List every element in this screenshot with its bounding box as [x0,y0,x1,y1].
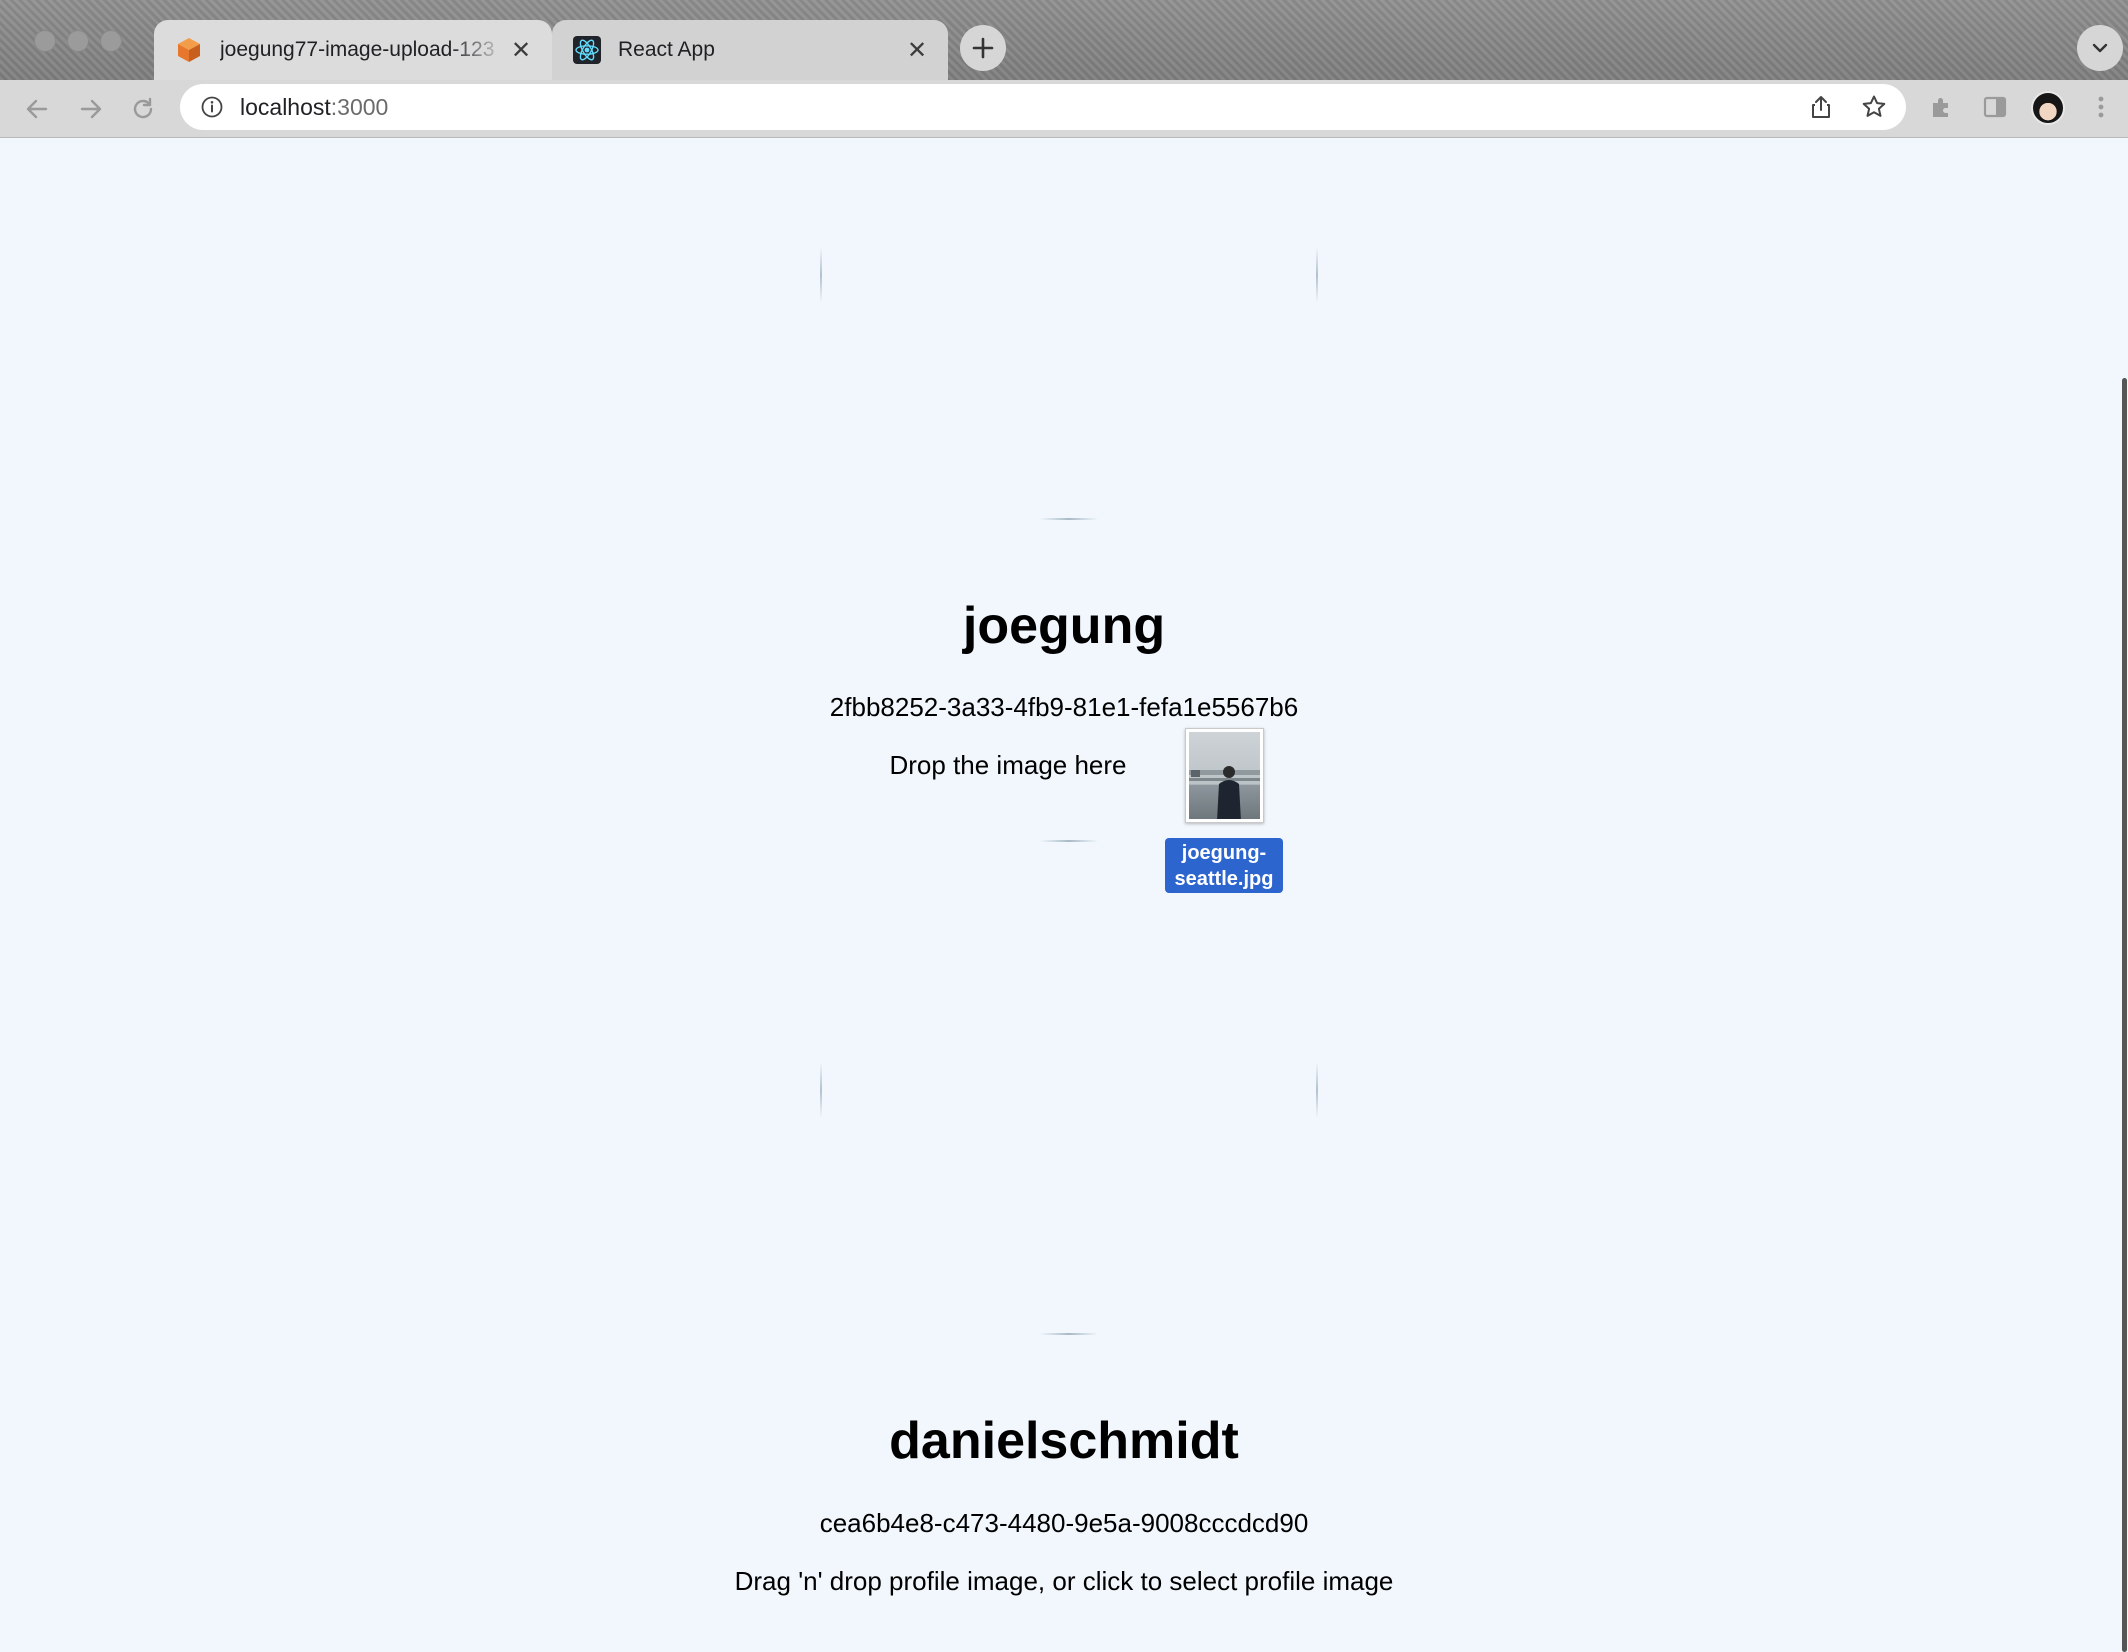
react-atom-icon [572,35,602,65]
new-tab-button[interactable] [960,25,1006,71]
window-minimize-button[interactable] [67,30,89,52]
tab-search-button[interactable] [2077,25,2123,71]
tab-title: joegung77-image-upload-123 [220,38,495,61]
dragged-file-thumbnail [1185,728,1264,823]
browser-titlebar: joegung77-image-upload-123 ✕ React App ✕ [0,0,2128,80]
profile-image-placeholder [820,1062,1318,1335]
reload-button[interactable] [122,88,164,130]
profile-name: danielschmidt [889,1412,1239,1470]
chevron-down-icon [2092,43,2108,53]
window-maximize-button[interactable] [100,30,122,52]
address-url: localhost:3000 [240,94,388,121]
tab-title: React App [618,38,715,61]
profile-image-dropzone[interactable]: Drop the image here [0,750,2072,781]
tab-react-app[interactable]: React App ✕ [552,20,948,80]
forward-button[interactable] [70,88,112,130]
file-preview-image [1189,732,1260,819]
extensions-puzzle-icon[interactable] [1925,90,1959,124]
reload-icon [133,97,153,119]
back-button[interactable] [16,88,58,130]
plus-icon [972,37,994,59]
profile-image-dropzone[interactable]: Drag 'n' drop profile image, or click to… [0,1566,2128,1597]
share-icon[interactable] [1806,92,1836,122]
side-panel-icon[interactable] [1978,90,2012,124]
window-close-button[interactable] [34,30,56,52]
dragged-file-name: joegung- seattle.jpg [1165,838,1283,893]
profile-image-placeholder [820,247,1318,520]
bookmark-star-icon[interactable] [1859,92,1889,122]
dropzone-divider [1040,840,1098,842]
more-menu-icon[interactable] [2084,90,2118,124]
file-name-line1: joegung- [1181,842,1267,864]
url-port: :3000 [330,93,389,120]
profile-avatar[interactable] [2031,91,2065,125]
tab-close-icon[interactable]: ✕ [902,35,932,65]
address-bar[interactable]: localhost:3000 [180,84,1906,130]
site-info-icon[interactable] [198,93,226,121]
package-cube-icon [174,35,204,65]
arrow-right-icon [80,99,102,119]
tab-joegung77-image-upload[interactable]: joegung77-image-upload-123 ✕ [154,20,552,80]
profile-name: joegung [962,597,1166,655]
arrow-left-icon [26,99,48,119]
file-name-line2: seattle.jpg [1174,868,1274,890]
url-host: localhost [240,93,331,120]
tab-close-icon[interactable]: ✕ [506,35,536,65]
profile-id: 2fbb8252-3a33-4fb9-81e1-fefa1e5567b6 [829,692,1299,722]
profile-id: cea6b4e8-c473-4480-9e5a-9008cccdcd90 [819,1508,1309,1538]
